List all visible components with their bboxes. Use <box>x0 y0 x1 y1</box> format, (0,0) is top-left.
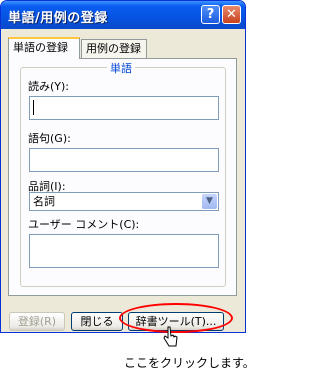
reading-input[interactable] <box>29 96 219 120</box>
reading-label: 読み(Y): <box>28 80 70 93</box>
close-button[interactable]: 閉じる <box>71 312 123 331</box>
comment-input[interactable] <box>29 234 219 268</box>
chevron-down-icon[interactable]: ▼ <box>202 194 217 209</box>
pos-selected-value: 名詞 <box>33 195 55 208</box>
text-caret <box>33 100 34 115</box>
pos-select[interactable]: 名詞 ▼ <box>29 192 219 211</box>
comment-label: ユーザー コメント(C): <box>28 218 140 231</box>
dialog-window: 単語/用例の登録 ? ✕ 単語の登録 用例の登録 単語 読み(Y): 語句(G)… <box>0 0 246 333</box>
group-title: 単語 <box>107 60 135 76</box>
tab-example-registration[interactable]: 用例の登録 <box>81 39 147 58</box>
window-title: 単語/用例の登録 <box>8 11 108 26</box>
hand-pointer-icon <box>163 326 178 347</box>
phrase-input[interactable] <box>29 148 219 172</box>
tab-word-registration[interactable]: 単語の登録 <box>8 37 80 59</box>
title-bar[interactable]: 単語/用例の登録 ? ✕ <box>1 1 245 29</box>
phrase-label: 語句(G): <box>28 132 71 145</box>
word-group: 単語 読み(Y): 語句(G): 品詞(I): 名詞 ▼ ユーザー コメント(C… <box>20 60 226 287</box>
close-window-button[interactable]: ✕ <box>222 5 241 24</box>
help-button[interactable]: ? <box>201 5 220 24</box>
register-button[interactable]: 登録(R) <box>9 312 65 331</box>
instruction-caption: ここをクリックします。 <box>124 356 255 370</box>
tab-panel: 単語 読み(Y): 語句(G): 品詞(I): 名詞 ▼ ユーザー コメント(C… <box>8 58 237 296</box>
